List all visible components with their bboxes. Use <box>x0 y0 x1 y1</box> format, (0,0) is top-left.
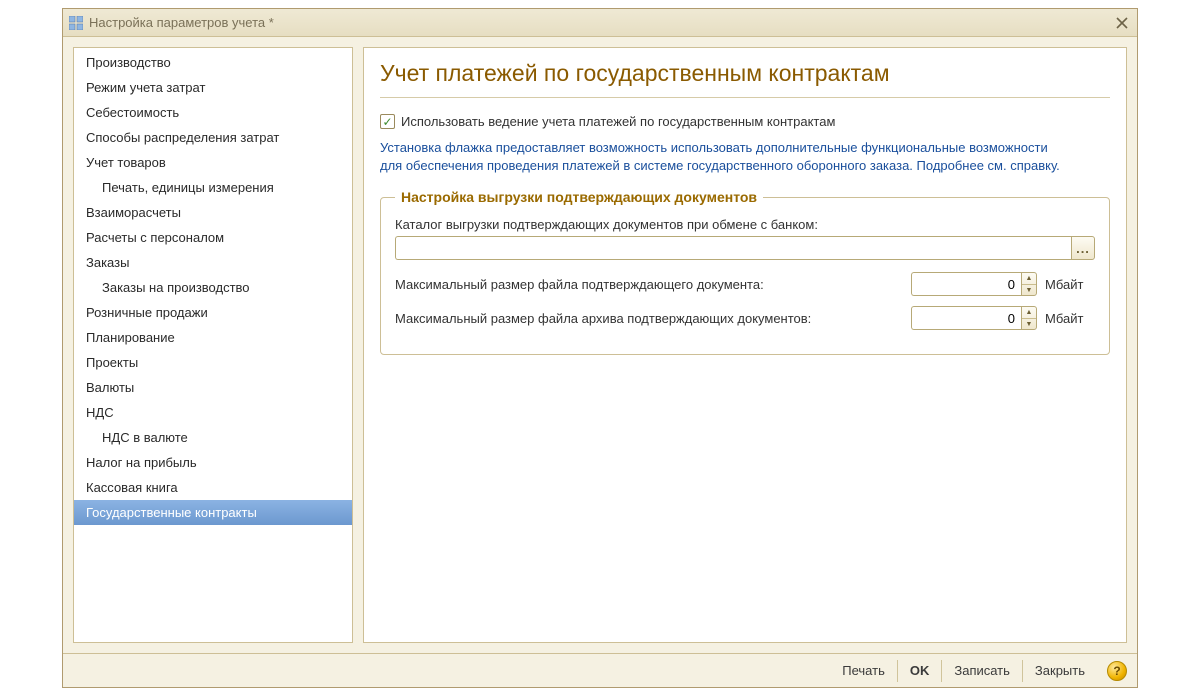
settings-window: Настройка параметров учета * Производств… <box>62 8 1138 688</box>
page-title: Учет платежей по государственным контрак… <box>380 60 1110 98</box>
sidebar-item[interactable]: НДС в валюте <box>74 425 352 450</box>
max-file-spinner: ▲ ▼ <box>911 272 1037 296</box>
max-archive-spinner-buttons: ▲ ▼ <box>1021 306 1037 330</box>
max-file-label: Максимальный размер файла подтверждающег… <box>395 277 903 292</box>
browse-button[interactable]: ... <box>1071 236 1095 260</box>
sidebar-item[interactable]: Себестоимость <box>74 100 352 125</box>
max-archive-input[interactable] <box>911 306 1021 330</box>
max-archive-spinner: ▲ ▼ <box>911 306 1037 330</box>
window-icon <box>69 16 83 30</box>
spinner-up-icon[interactable]: ▲ <box>1022 273 1036 285</box>
spinner-down-icon[interactable]: ▼ <box>1022 319 1036 330</box>
max-archive-unit: Мбайт <box>1045 311 1095 326</box>
max-file-input[interactable] <box>911 272 1021 296</box>
export-path-input[interactable] <box>395 236 1071 260</box>
sidebar-item[interactable]: Режим учета затрат <box>74 75 352 100</box>
sidebar-item[interactable]: Взаиморасчеты <box>74 200 352 225</box>
sidebar-item[interactable]: Проекты <box>74 350 352 375</box>
use-gos-contracts-row: ✓ Использовать ведение учета платежей по… <box>380 114 1110 129</box>
sidebar-item[interactable]: Производство <box>74 50 352 75</box>
sidebar-item[interactable]: Валюты <box>74 375 352 400</box>
use-gos-contracts-label: Использовать ведение учета платежей по г… <box>401 114 835 129</box>
max-file-unit: Мбайт <box>1045 277 1095 292</box>
main-panel: Учет платежей по государственным контрак… <box>363 47 1127 643</box>
upload-settings-group: Настройка выгрузки подтверждающих докуме… <box>380 189 1110 355</box>
settings-sidebar: ПроизводствоРежим учета затратСебестоимо… <box>73 47 353 643</box>
sidebar-item[interactable]: Способы распределения затрат <box>74 125 352 150</box>
window-title: Настройка параметров учета * <box>89 15 1107 30</box>
sidebar-item[interactable]: Учет товаров <box>74 150 352 175</box>
print-button[interactable]: Печать <box>830 660 897 682</box>
sidebar-item[interactable]: Планирование <box>74 325 352 350</box>
sidebar-item[interactable]: Заказы на производство <box>74 275 352 300</box>
spinner-down-icon[interactable]: ▼ <box>1022 285 1036 296</box>
sidebar-item[interactable]: Налог на прибыль <box>74 450 352 475</box>
use-gos-contracts-checkbox[interactable]: ✓ <box>380 114 395 129</box>
path-label: Каталог выгрузки подтверждающих документ… <box>395 217 1095 232</box>
help-button[interactable]: ? <box>1107 661 1127 681</box>
group-legend: Настройка выгрузки подтверждающих докуме… <box>395 189 763 205</box>
close-icon[interactable] <box>1113 14 1131 32</box>
titlebar: Настройка параметров учета * <box>63 9 1137 37</box>
sidebar-item[interactable]: Печать, единицы измерения <box>74 175 352 200</box>
sidebar-item[interactable]: Розничные продажи <box>74 300 352 325</box>
path-row: ... <box>395 236 1095 260</box>
sidebar-item[interactable]: Расчеты с персоналом <box>74 225 352 250</box>
dialog-body: ПроизводствоРежим учета затратСебестоимо… <box>63 37 1137 653</box>
sidebar-item[interactable]: Кассовая книга <box>74 475 352 500</box>
max-file-row: Максимальный размер файла подтверждающег… <box>395 272 1095 296</box>
dialog-footer: Печать OK Записать Закрыть ? <box>63 653 1137 687</box>
hint-text: Установка флажка предоставляет возможнос… <box>380 139 1060 175</box>
sidebar-item[interactable]: Заказы <box>74 250 352 275</box>
max-archive-row: Максимальный размер файла архива подтвер… <box>395 306 1095 330</box>
max-archive-label: Максимальный размер файла архива подтвер… <box>395 311 903 326</box>
close-button[interactable]: Закрыть <box>1022 660 1097 682</box>
sidebar-item[interactable]: НДС <box>74 400 352 425</box>
spinner-up-icon[interactable]: ▲ <box>1022 307 1036 319</box>
max-file-spinner-buttons: ▲ ▼ <box>1021 272 1037 296</box>
save-button[interactable]: Записать <box>941 660 1022 682</box>
ok-button[interactable]: OK <box>897 660 942 682</box>
sidebar-item[interactable]: Государственные контракты <box>74 500 352 525</box>
